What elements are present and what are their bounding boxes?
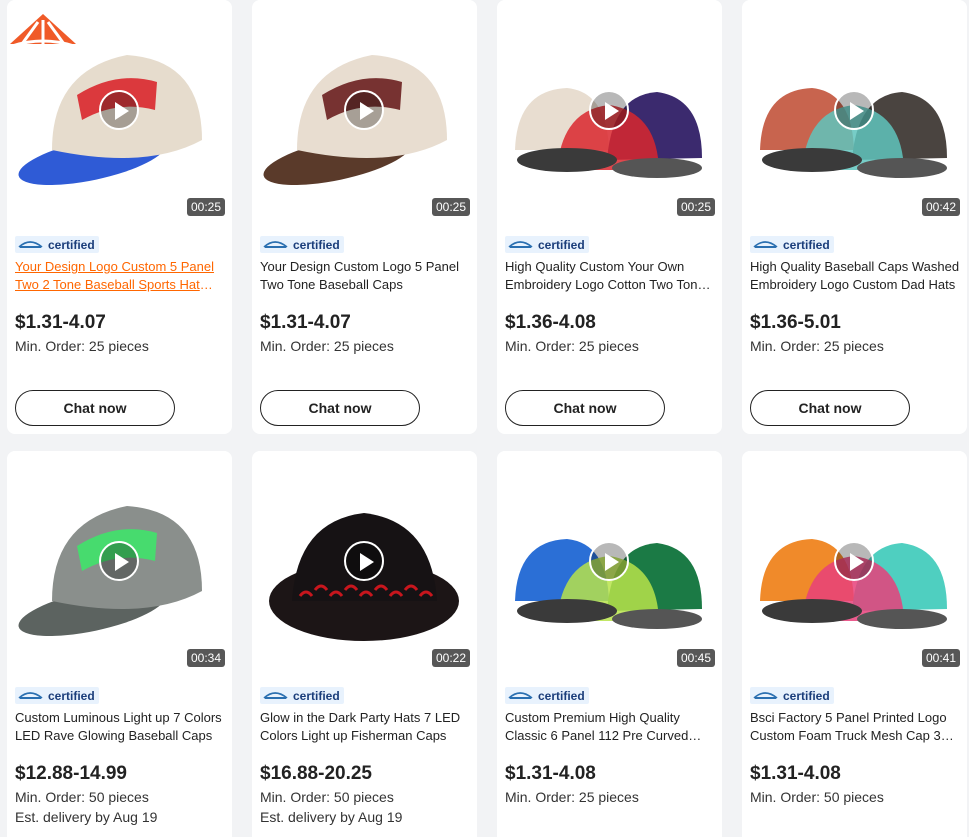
play-icon[interactable] <box>834 541 874 581</box>
product-title[interactable]: Your Design Custom Logo 5 Panel Two Tone… <box>260 258 470 294</box>
estimated-delivery: Est. delivery by Aug 19 <box>15 809 158 825</box>
chat-now-button[interactable]: Chat now <box>260 390 420 426</box>
video-duration: 00:34 <box>186 649 225 667</box>
video-duration: 00:25 <box>186 198 225 216</box>
product-card[interactable]: 00:34 certified Custom Luminous Light up… <box>7 451 232 837</box>
product-media[interactable]: 00:34 <box>7 451 232 673</box>
product-title[interactable]: Glow in the Dark Party Hats 7 LED Colors… <box>260 709 470 745</box>
certified-logo-icon <box>753 692 778 699</box>
video-duration: 00:45 <box>676 649 715 667</box>
video-duration: 00:25 <box>676 198 715 216</box>
certified-logo-icon <box>263 241 288 248</box>
chat-now-button[interactable]: Chat now <box>750 390 910 426</box>
product-price: $1.31-4.08 <box>505 763 596 784</box>
product-card[interactable]: 00:25 certified High Quality Custom Your… <box>497 0 722 434</box>
product-title[interactable]: High Quality Custom Your Own Embroidery … <box>505 258 715 294</box>
play-icon[interactable] <box>99 541 139 581</box>
min-order: Min. Order: 50 pieces <box>750 789 884 805</box>
product-price: $1.36-4.08 <box>505 312 596 333</box>
min-order: Min. Order: 50 pieces <box>260 789 394 805</box>
play-icon[interactable] <box>99 90 139 130</box>
min-order: Min. Order: 25 pieces <box>505 789 639 805</box>
product-media[interactable]: 00:42 <box>742 0 967 222</box>
min-order: Min. Order: 50 pieces <box>15 789 149 805</box>
product-title[interactable]: Custom Premium High Quality Classic 6 Pa… <box>505 709 715 745</box>
play-icon[interactable] <box>834 90 874 130</box>
product-price: $1.36-5.01 <box>750 312 841 333</box>
min-order: Min. Order: 25 pieces <box>15 338 149 354</box>
product-card[interactable]: 00:22 certified Glow in the Dark Party H… <box>252 451 477 837</box>
fan-logo-icon[interactable] <box>8 8 78 50</box>
certified-logo-icon <box>508 241 533 248</box>
certified-label: certified <box>538 688 585 703</box>
product-media[interactable]: 00:25 <box>497 0 722 222</box>
estimated-delivery: Est. delivery by Aug 19 <box>260 809 403 825</box>
certified-label: certified <box>48 688 95 703</box>
product-card[interactable]: 00:45 certified Custom Premium High Qual… <box>497 451 722 837</box>
certified-badge: certified <box>15 687 99 704</box>
min-order: Min. Order: 25 pieces <box>505 338 639 354</box>
product-price: $1.31-4.07 <box>260 312 351 333</box>
video-duration: 00:41 <box>921 649 960 667</box>
chat-now-button[interactable]: Chat now <box>505 390 665 426</box>
certified-logo-icon <box>753 241 778 248</box>
certified-label: certified <box>293 688 340 703</box>
certified-label: certified <box>48 237 95 252</box>
certified-label: certified <box>783 237 830 252</box>
certified-logo-icon <box>18 241 43 248</box>
certified-logo-icon <box>263 692 288 699</box>
product-grid: 00:25 certified Your Design Logo Custom … <box>0 0 969 837</box>
product-media[interactable]: 00:25 <box>252 0 477 222</box>
play-icon[interactable] <box>344 541 384 581</box>
play-icon[interactable] <box>589 541 629 581</box>
certified-logo-icon <box>18 692 43 699</box>
product-title[interactable]: Custom Luminous Light up 7 Colors LED Ra… <box>15 709 225 745</box>
product-card[interactable]: 00:41 certified Bsci Factory 5 Panel Pri… <box>742 451 967 837</box>
product-media[interactable]: 00:22 <box>252 451 477 673</box>
product-price: $12.88-14.99 <box>15 763 127 784</box>
product-card[interactable]: 00:42 certified High Quality Baseball Ca… <box>742 0 967 434</box>
chat-now-button[interactable]: Chat now <box>15 390 175 426</box>
product-media[interactable]: 00:41 <box>742 451 967 673</box>
video-duration: 00:22 <box>431 649 470 667</box>
play-icon[interactable] <box>344 90 384 130</box>
play-icon[interactable] <box>589 90 629 130</box>
product-price: $1.31-4.08 <box>750 763 841 784</box>
product-title[interactable]: Bsci Factory 5 Panel Printed Logo Custom… <box>750 709 960 745</box>
product-title[interactable]: Your Design Logo Custom 5 Panel Two 2 To… <box>15 258 225 294</box>
video-duration: 00:25 <box>431 198 470 216</box>
product-card[interactable]: 00:25 certified Your Design Custom Logo … <box>252 0 477 434</box>
certified-label: certified <box>783 688 830 703</box>
certified-badge: certified <box>505 687 589 704</box>
product-card[interactable]: 00:25 certified Your Design Logo Custom … <box>7 0 232 434</box>
product-price: $16.88-20.25 <box>260 763 372 784</box>
certified-badge: certified <box>260 236 344 253</box>
certified-badge: certified <box>505 236 589 253</box>
video-duration: 00:42 <box>921 198 960 216</box>
certified-logo-icon <box>508 692 533 699</box>
certified-badge: certified <box>750 236 834 253</box>
min-order: Min. Order: 25 pieces <box>260 338 394 354</box>
certified-badge: certified <box>750 687 834 704</box>
certified-badge: certified <box>260 687 344 704</box>
product-price: $1.31-4.07 <box>15 312 106 333</box>
certified-label: certified <box>293 237 340 252</box>
min-order: Min. Order: 25 pieces <box>750 338 884 354</box>
product-media[interactable]: 00:45 <box>497 451 722 673</box>
certified-label: certified <box>538 237 585 252</box>
product-title[interactable]: High Quality Baseball Caps Washed Embroi… <box>750 258 960 294</box>
certified-badge: certified <box>15 236 99 253</box>
